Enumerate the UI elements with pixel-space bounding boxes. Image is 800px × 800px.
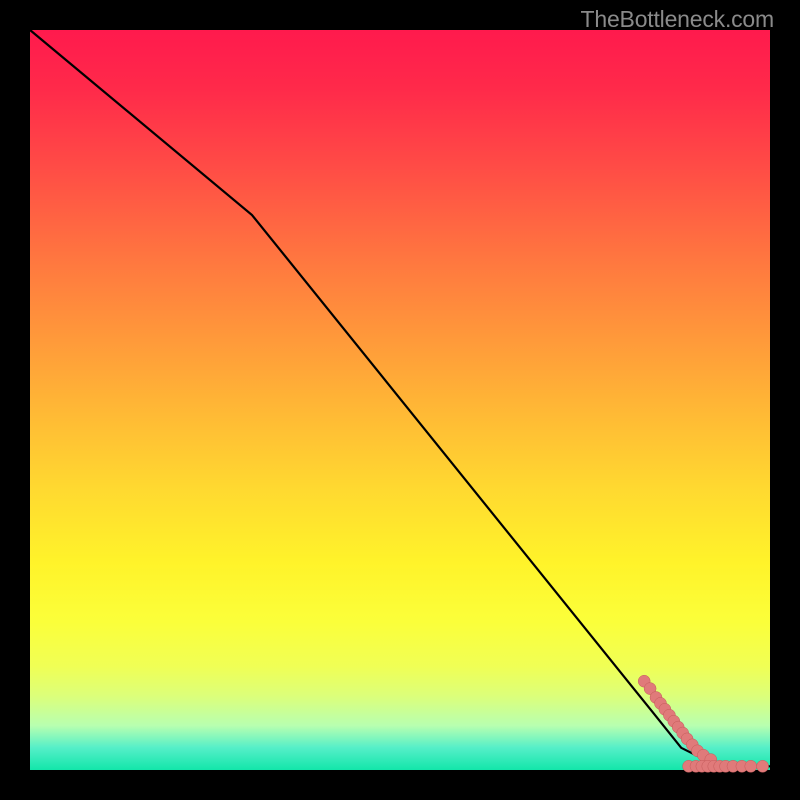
chart-markers xyxy=(638,675,768,772)
chart-marker xyxy=(757,760,769,772)
chart-line xyxy=(30,30,770,766)
chart-overlay xyxy=(30,30,770,770)
watermark-text: TheBottleneck.com xyxy=(581,6,774,33)
chart-marker xyxy=(745,760,757,772)
